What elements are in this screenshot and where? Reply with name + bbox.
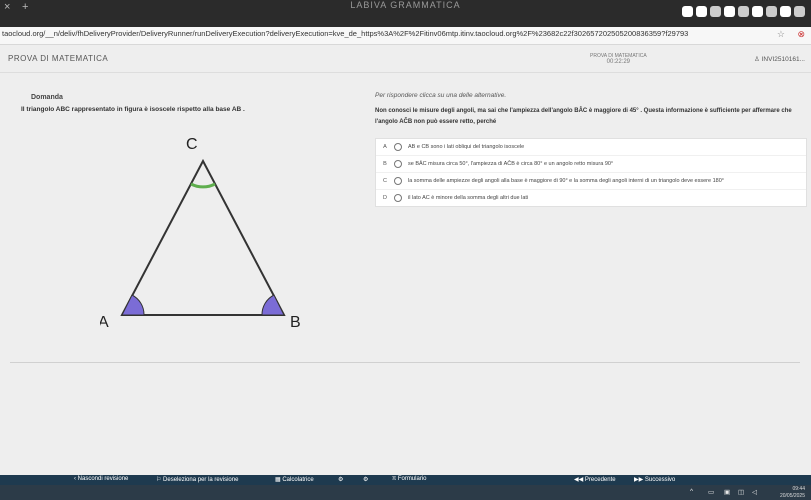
user-icon: ♙ [753,56,762,63]
browser-titlebar: LABIVA GRAMMATICA × + [0,0,811,27]
hide-review-button[interactable]: ‹ Nascondi revisione [74,476,128,482]
next-button[interactable]: ▶▶ Successivo [634,476,675,483]
formulary-button[interactable]: π Formulario [392,476,427,482]
tray-icon[interactable] [766,6,777,17]
display-icon[interactable]: ▣ [724,488,730,496]
question-area: Domanda Il triangolo ABC rappresentato i… [10,75,807,370]
choice-text: AB e CB sono i lati obliqui del triangol… [408,144,525,150]
hide-review-label: Nascondi revisione [77,476,129,482]
choice-list: A AB e CB sono i lati obliqui del triang… [375,138,807,207]
deselect-review-button[interactable]: ⚐ Deseleziona per la revisione [156,476,238,483]
choice-d[interactable]: D il lato AC è minore della somma degli … [376,190,806,206]
candidate-code: ♙ INVI2510161... [754,55,805,63]
url-text[interactable]: taocloud.org/__n/deliv/fhDeliveryProvide… [2,29,688,38]
angle-b-marker [261,294,285,316]
choice-c[interactable]: C la somma delle ampiezze degli angoli a… [376,173,806,190]
window-icon[interactable]: ▭ [708,488,714,496]
previous-button[interactable]: ◀◀ Precedente [574,476,616,483]
choice-a[interactable]: A AB e CB sono i lati obliqui del triang… [376,139,806,156]
test-footer: ‹ Nascondi revisione ⚐ Deseleziona per l… [0,475,811,500]
choice-b[interactable]: B se BÂC misura circa 50°, l'ampiezza di… [376,156,806,173]
next-label: Successivo [644,477,676,483]
extension-icon[interactable]: ⊗ [797,29,805,40]
question-left-panel: Domanda Il triangolo ABC rappresentato i… [21,94,356,113]
previous-label: Precedente [584,477,616,483]
clock-date: 20/05/2025 [779,493,805,499]
action-bar: ‹ Nascondi revisione ⚐ Deseleziona per l… [0,475,811,484]
tray-icon[interactable] [682,6,693,17]
settings-icon-2[interactable]: ⚙ [363,476,368,483]
deselect-review-label: Deseleziona per la revisione [163,477,239,483]
triangle-figure: C A B [100,136,301,331]
choice-text: se BÂC misura circa 50°, l'ampiezza di A… [408,161,614,167]
question-text: Non conosci le misure degli angoli, ma s… [375,108,792,125]
radio-button[interactable] [394,143,402,151]
radio-button[interactable] [394,177,402,185]
calculator-button[interactable]: ▦ Calcolatrice [275,476,314,483]
rewind-icon: ◀◀ [574,477,585,483]
system-tray-icons [682,6,805,17]
header-center: PROVA DI MATEMATICA 00:22:29 [590,53,647,65]
vertex-label-b: B [290,314,301,331]
candidate-code-text: INVI2510161... [761,56,805,63]
address-bar[interactable]: taocloud.org/__n/deliv/fhDeliveryProvide… [0,27,811,45]
flag-icon: ⚐ [156,477,164,483]
tray-icon[interactable] [696,6,707,17]
angle-a-marker [121,294,145,316]
answer-prompt: Per rispondere clicca su una delle alter… [375,92,507,99]
timer: 00:22:29 [606,59,631,65]
question-stem: Il triangolo ABC rappresentato in figura… [21,106,245,113]
test-header: PROVA DI MATEMATICA PROVA DI MATEMATICA … [0,45,811,73]
network-icon[interactable]: ◫ [738,488,744,496]
tray-chevron-icon[interactable]: ^ [690,488,693,495]
tray-icon[interactable] [724,6,735,17]
os-taskbar: ^ ▭ ▣ ◫ ◁ 09:44 20/05/2025 [0,485,811,500]
choice-letter: B [383,161,387,167]
test-title: PROVA DI MATEMATICA [8,54,109,63]
fast-forward-icon: ▶▶ [634,477,645,483]
calculator-label: Calcolatrice [282,477,314,483]
radio-button[interactable] [394,194,402,202]
tray-icon[interactable] [780,6,791,17]
radio-button[interactable] [394,160,402,168]
choice-text: il lato AC è minore della somma degli al… [408,195,529,201]
formulary-label: Formulario [397,476,427,482]
new-tab-icon[interactable]: + [22,1,28,13]
question-right-panel: Per rispondere clicca su una delle alter… [375,92,807,207]
tray-icon[interactable] [710,6,721,17]
close-icon[interactable]: × [4,1,10,13]
tray-icon[interactable] [738,6,749,17]
clock-time: 09:44 [792,486,805,492]
choice-letter: A [383,144,387,150]
question-heading: Domanda [31,94,63,101]
choice-letter: C [383,178,387,184]
vertex-label-c: C [186,136,198,153]
choice-text: la somma delle ampiezze degli angoli all… [408,178,724,184]
star-icon[interactable]: ☆ [777,29,785,40]
angle-c-arc [190,182,216,189]
vertex-label-a: A [100,314,109,331]
content-divider [10,362,800,363]
triangle-outline [120,158,286,316]
volume-icon[interactable]: ◁ [752,488,757,496]
tray-icon[interactable] [752,6,763,17]
choice-letter: D [383,195,387,201]
system-clock: 09:44 20/05/2025 [780,486,805,500]
settings-icon[interactable]: ⚙ [338,476,343,483]
tray-icon[interactable] [794,6,805,17]
